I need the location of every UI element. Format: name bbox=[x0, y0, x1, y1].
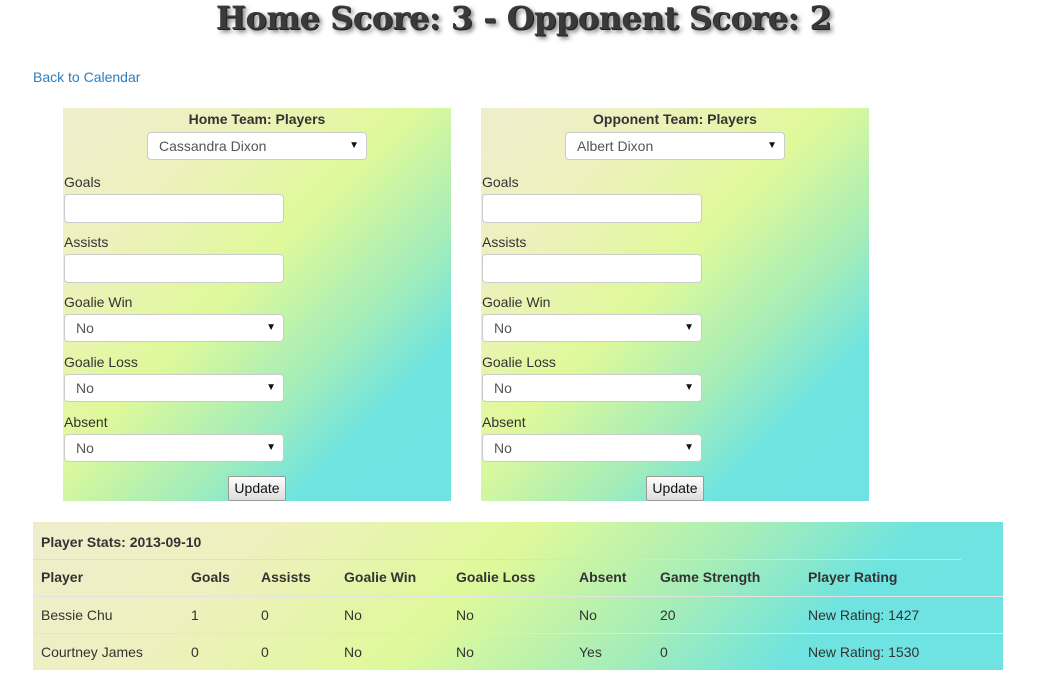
opponent-assists-label: Assists bbox=[482, 234, 527, 250]
home-goals-label: Goals bbox=[64, 174, 101, 190]
cell-player-rating: New Rating: 1530 bbox=[808, 644, 920, 660]
cell-absent: No bbox=[579, 607, 597, 623]
column-header-player-rating: Player Rating bbox=[808, 569, 898, 585]
opponent-goalie-win-value: No bbox=[494, 320, 512, 336]
cell-player-rating: New Rating: 1427 bbox=[808, 607, 920, 623]
home-goals-input[interactable] bbox=[64, 194, 284, 223]
opponent-absent-value: No bbox=[494, 440, 512, 456]
column-header-goalie-win: Goalie Win bbox=[344, 569, 417, 585]
table-header-row: Player Goals Assists Goalie Win Goalie L… bbox=[33, 560, 1003, 597]
opponent-assists-input[interactable] bbox=[482, 254, 702, 283]
chevron-down-icon: ▼ bbox=[266, 322, 276, 333]
page-title: Home Score: 3 - Opponent Score: 2 bbox=[215, 0, 832, 37]
opponent-goalie-loss-select[interactable]: No ▼ bbox=[482, 374, 702, 402]
home-goalie-loss-label: Goalie Loss bbox=[64, 354, 138, 370]
chevron-down-icon: ▼ bbox=[266, 382, 276, 393]
opponent-team-panel: Opponent Team: Players Albert Dixon ▼ Go… bbox=[481, 108, 869, 501]
home-team-panel: Home Team: Players Cassandra Dixon ▼ Goa… bbox=[63, 108, 451, 501]
chevron-down-icon: ▼ bbox=[767, 140, 777, 151]
cell-player: Bessie Chu bbox=[41, 607, 113, 623]
back-to-calendar-link[interactable]: Back to Calendar bbox=[33, 69, 140, 85]
opponent-goalie-win-label: Goalie Win bbox=[482, 294, 551, 310]
opponent-goals-input[interactable] bbox=[482, 194, 702, 223]
chevron-down-icon: ▼ bbox=[684, 442, 694, 453]
opponent-player-select-value: Albert Dixon bbox=[577, 138, 654, 154]
chevron-down-icon: ▼ bbox=[349, 140, 359, 151]
column-header-goals: Goals bbox=[191, 569, 230, 585]
home-goalie-loss-select[interactable]: No ▼ bbox=[64, 374, 284, 402]
home-absent-select[interactable]: No ▼ bbox=[64, 434, 284, 462]
cell-player: Courtney James bbox=[41, 644, 143, 660]
player-stats-caption: Player Stats: 2013-09-10 bbox=[41, 534, 202, 550]
table-row: Courtney James 0 0 No No Yes 0 New Ratin… bbox=[33, 633, 1003, 671]
cell-game-strength: 20 bbox=[660, 607, 676, 623]
column-header-goalie-loss: Goalie Loss bbox=[456, 569, 536, 585]
cell-absent: Yes bbox=[579, 644, 602, 660]
home-team-title: Home Team: Players bbox=[188, 111, 326, 127]
opponent-absent-select[interactable]: No ▼ bbox=[482, 434, 702, 462]
home-goalie-win-label: Goalie Win bbox=[64, 294, 133, 310]
home-goalie-loss-value: No bbox=[76, 380, 94, 396]
cell-goalie-loss: No bbox=[456, 607, 474, 623]
opponent-goalie-loss-value: No bbox=[494, 380, 512, 396]
home-absent-value: No bbox=[76, 440, 94, 456]
home-update-button[interactable]: Update bbox=[228, 476, 286, 501]
chevron-down-icon: ▼ bbox=[684, 382, 694, 393]
opponent-goals-label: Goals bbox=[482, 174, 519, 190]
column-header-assists: Assists bbox=[261, 569, 311, 585]
home-assists-label: Assists bbox=[64, 234, 109, 250]
home-goalie-win-select[interactable]: No ▼ bbox=[64, 314, 284, 342]
cell-assists: 0 bbox=[261, 607, 269, 623]
home-player-select-value: Cassandra Dixon bbox=[159, 138, 267, 154]
opponent-team-title: Opponent Team: Players bbox=[593, 111, 757, 127]
cell-assists: 0 bbox=[261, 644, 269, 660]
chevron-down-icon: ▼ bbox=[266, 442, 276, 453]
opponent-goalie-loss-label: Goalie Loss bbox=[482, 354, 556, 370]
column-header-absent: Absent bbox=[579, 569, 627, 585]
home-player-select[interactable]: Cassandra Dixon ▼ bbox=[147, 132, 367, 160]
cell-goalie-win: No bbox=[344, 607, 362, 623]
cell-goals: 1 bbox=[191, 607, 199, 623]
cell-game-strength: 0 bbox=[660, 644, 668, 660]
chevron-down-icon: ▼ bbox=[684, 322, 694, 333]
cell-goalie-loss: No bbox=[456, 644, 474, 660]
home-assists-input[interactable] bbox=[64, 254, 284, 283]
opponent-absent-label: Absent bbox=[482, 414, 526, 430]
opponent-goalie-win-select[interactable]: No ▼ bbox=[482, 314, 702, 342]
table-row: Bessie Chu 1 0 No No No 20 New Rating: 1… bbox=[33, 596, 1003, 634]
opponent-player-select[interactable]: Albert Dixon ▼ bbox=[565, 132, 785, 160]
column-header-game-strength: Game Strength bbox=[660, 569, 761, 585]
cell-goals: 0 bbox=[191, 644, 199, 660]
opponent-update-button[interactable]: Update bbox=[646, 476, 704, 501]
home-goalie-win-value: No bbox=[76, 320, 94, 336]
player-stats-table: Player Stats: 2013-09-10 Player Goals As… bbox=[33, 522, 1003, 670]
column-header-player: Player bbox=[41, 569, 84, 585]
cell-goalie-win: No bbox=[344, 644, 362, 660]
home-absent-label: Absent bbox=[64, 414, 108, 430]
